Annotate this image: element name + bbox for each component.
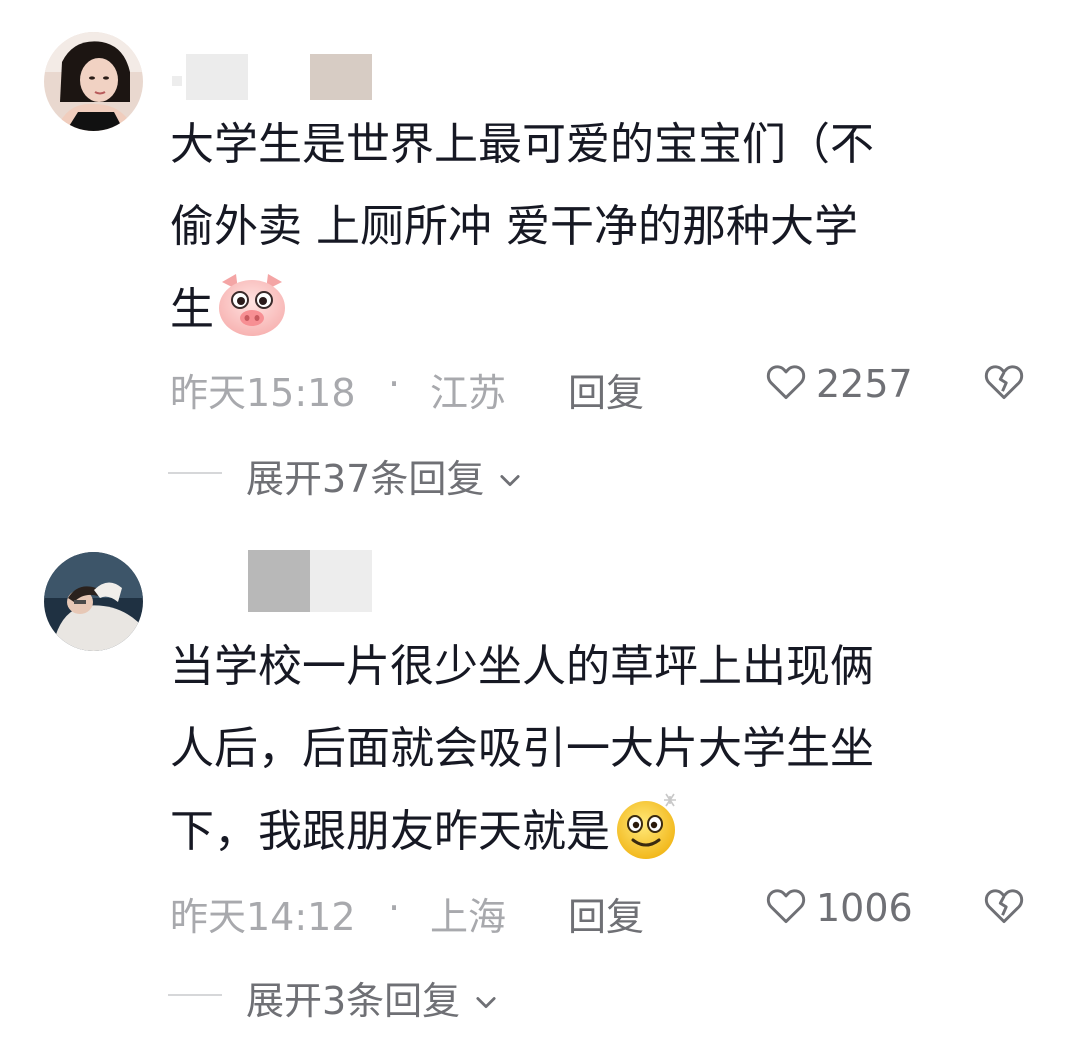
comment-item: 当学校一片很少坐人的草坪上出现俩 人后，后面就会吸引一大片大学生坐 下，我跟朋友… [0, 520, 1080, 1046]
expand-replies-button[interactable]: 展开3条回复 [168, 970, 668, 1023]
chevron-down-icon [500, 475, 521, 487]
like-count: 2257 [816, 362, 913, 406]
expand-replies-button[interactable]: 展开37条回复 [168, 448, 668, 501]
comment-meta: 昨天14:12 · 上海 回复 1006 [170, 880, 1050, 940]
chevron-down-icon [476, 997, 496, 1009]
comment-meta: 昨天15:18 · 江苏 回复 2257 [170, 356, 1050, 416]
like-button[interactable] [764, 360, 808, 413]
comment-text: 当学校一片很少坐人的草坪上出现俩 人后，后面就会吸引一大片大学生坐 下，我跟朋友… [170, 626, 1030, 873]
avatar-image [44, 552, 143, 651]
reply-button[interactable]: 回复 [568, 362, 644, 417]
username-redacted [248, 550, 372, 612]
comment-time: 昨天14:12 [170, 895, 356, 939]
dislike-button[interactable] [982, 884, 1026, 937]
comment-item: 大学生是世界上最可爱的宝宝们（不 偷外卖 上厕所冲 爱干净的那种大学 生 昨天1… [0, 0, 1080, 520]
comment-location: 上海 [430, 895, 507, 939]
avatar[interactable] [44, 32, 143, 131]
pig-face-emoji [214, 268, 290, 340]
meta-separator: · [388, 886, 401, 930]
like-button[interactable] [764, 884, 808, 937]
comment-body: 当学校一片很少坐人的草坪上出现俩 人后，后面就会吸引一大片大学生坐 下，我跟朋友… [170, 641, 874, 857]
username-redacted [172, 54, 372, 106]
comment-text: 大学生是世界上最可爱的宝宝们（不 偷外卖 上厕所冲 爱干净的那种大学 生 [170, 104, 1030, 351]
broken-heart-icon [984, 889, 1024, 924]
comment-time: 昨天15:18 [170, 371, 356, 415]
expand-replies-label: 展开37条回复 [246, 448, 524, 503]
avatar[interactable] [44, 552, 143, 651]
expand-replies-label: 展开3条回复 [246, 970, 500, 1025]
heart-icon [766, 365, 806, 400]
heart-icon [766, 889, 806, 924]
comment-location: 江苏 [430, 371, 507, 415]
avatar-image [44, 32, 143, 131]
expand-divider [168, 472, 222, 474]
dislike-button[interactable] [982, 360, 1026, 413]
broken-heart-icon [984, 365, 1024, 400]
reply-button[interactable]: 回复 [568, 886, 644, 941]
expand-divider [168, 994, 222, 996]
meta-separator: · [388, 362, 401, 406]
like-count: 1006 [816, 886, 913, 930]
dizzy-smile-emoji [610, 790, 686, 862]
